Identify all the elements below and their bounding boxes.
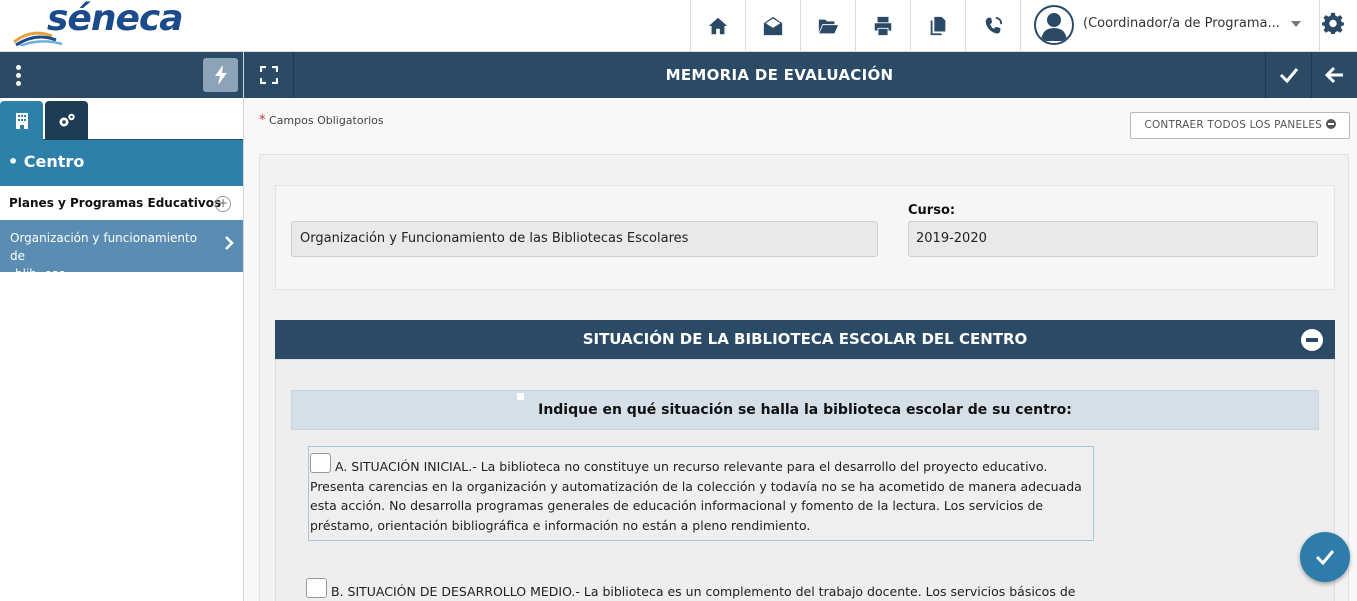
collapse-all-button[interactable]: CONTRAER TODOS LOS PANELES bbox=[1130, 112, 1350, 139]
tab-settings[interactable] bbox=[45, 101, 88, 140]
panel-body: Indique en qué situación se halla la bib… bbox=[275, 359, 1335, 601]
arrow-left-icon bbox=[1324, 66, 1343, 84]
sidebar-item-label: Planes y Programas Educativos bbox=[9, 196, 222, 210]
gear-icon[interactable] bbox=[1322, 12, 1350, 40]
print-icon[interactable] bbox=[855, 0, 910, 51]
minus-circle-icon bbox=[1325, 119, 1336, 129]
back-button[interactable] bbox=[1311, 52, 1357, 98]
sidebar-item-label: Organización y funcionamiento de bbox=[10, 231, 198, 263]
panel-title: SITUACIÓN DE LA BIBLIOTECA ESCOLAR DEL C… bbox=[582, 330, 1028, 348]
panel-header[interactable]: SITUACIÓN DE LA BIBLIOTECA ESCOLAR DEL C… bbox=[275, 320, 1335, 359]
required-note: * Campos Obligatorios bbox=[259, 113, 384, 128]
curso-field[interactable]: 2019-2020 bbox=[908, 221, 1318, 257]
check-icon bbox=[1279, 68, 1298, 84]
page-title: MEMORIA DE EVALUACIÓN bbox=[665, 66, 894, 84]
user-avatar-icon bbox=[1034, 5, 1074, 45]
sidebar-item-label-line2: blib. esc. bbox=[15, 267, 69, 281]
user-role-label: (Coordinador/a de Programa... bbox=[1083, 16, 1280, 31]
main-header: MEMORIA DE EVALUACIÓN bbox=[244, 52, 1357, 98]
option-b[interactable]: B. SITUACIÓN DE DESARROLLO MEDIO.- La bi… bbox=[306, 578, 1106, 599]
building-icon bbox=[15, 112, 28, 129]
folder-open-icon[interactable] bbox=[800, 0, 855, 51]
marker-dot bbox=[517, 393, 524, 400]
sidebar-header bbox=[0, 52, 243, 98]
curso-label: Curso: bbox=[908, 203, 956, 218]
collapse-all-label: CONTRAER TODOS LOS PANELES bbox=[1144, 119, 1323, 131]
sidebar-item-organizacion[interactable]: Organización y funcionamiento de blib. e… bbox=[0, 220, 243, 281]
copy-icon[interactable] bbox=[910, 0, 965, 51]
seneca-logo[interactable]: séneca bbox=[12, 0, 184, 48]
envelope-open-icon[interactable] bbox=[745, 0, 800, 51]
option-a-text: A. SITUACIÓN INICIAL.- La biblioteca no … bbox=[310, 459, 1082, 533]
expand-icon[interactable] bbox=[244, 52, 294, 98]
toolbar-icons bbox=[690, 0, 1020, 51]
confirm-button[interactable] bbox=[1265, 52, 1311, 98]
main-content: * Campos Obligatorios CONTRAER TODOS LOS… bbox=[244, 98, 1357, 601]
top-bar: séneca (Coordinador/a de Programa... bbox=[0, 0, 1357, 52]
sidebar: • Centro Planes y Programas Educativos +… bbox=[0, 52, 244, 601]
question-header: Indique en qué situación se halla la bib… bbox=[291, 390, 1319, 430]
phone-volume-icon[interactable] bbox=[965, 0, 1020, 51]
sidebar-section-centro[interactable]: • Centro bbox=[0, 140, 243, 186]
chevron-down-icon bbox=[1291, 21, 1301, 27]
check-icon bbox=[1315, 550, 1335, 566]
question-text: Indique en qué situación se halla la bib… bbox=[538, 402, 1072, 418]
option-b-text: B. SITUACIÓN DE DESARROLLO MEDIO.- La bi… bbox=[331, 584, 1076, 599]
required-note-text: Campos Obligatorios bbox=[269, 114, 384, 127]
option-b-checkbox[interactable] bbox=[306, 578, 327, 598]
option-a-checkbox[interactable] bbox=[310, 453, 331, 473]
vertical-dots-icon[interactable] bbox=[12, 65, 24, 87]
user-menu[interactable]: (Coordinador/a de Programa... bbox=[1020, 0, 1320, 51]
required-star: * bbox=[259, 113, 266, 128]
save-fab-button[interactable] bbox=[1300, 532, 1350, 582]
home-icon[interactable] bbox=[690, 0, 745, 51]
sidebar-tabs bbox=[0, 98, 243, 140]
chevron-right-icon bbox=[224, 235, 234, 250]
tab-building[interactable] bbox=[0, 101, 43, 140]
lightning-icon[interactable] bbox=[203, 58, 238, 92]
option-a[interactable]: A. SITUACIÓN INICIAL.- La biblioteca no … bbox=[308, 446, 1094, 541]
sidebar-item-planes[interactable]: Planes y Programas Educativos + bbox=[0, 186, 243, 220]
collapse-panel-icon[interactable] bbox=[1301, 329, 1323, 351]
gears-icon bbox=[59, 113, 75, 126]
program-info-box: Organización y Funcionamiento de las Bib… bbox=[275, 185, 1335, 290]
plus-circle-icon[interactable]: + bbox=[215, 196, 231, 212]
program-field[interactable]: Organización y Funcionamiento de las Bib… bbox=[291, 221, 878, 257]
logo-waves-icon bbox=[13, 31, 63, 46]
form-container: Organización y Funcionamiento de las Bib… bbox=[259, 154, 1349, 601]
